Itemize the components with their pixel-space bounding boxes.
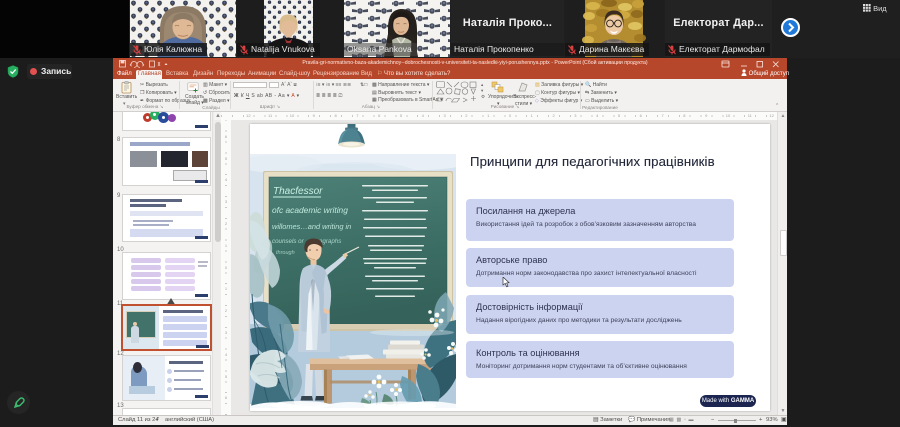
svg-text:Thacfessor: Thacfessor xyxy=(273,186,323,197)
svg-text:ofc аcadеmic writing: ofc аcadеmic writing xyxy=(272,205,348,215)
svg-text:through: through xyxy=(276,250,295,256)
svg-text:willomes…and writing in: willomes…and writing in xyxy=(272,222,351,231)
svg-text:counsels or: counsels or xyxy=(272,238,305,245)
